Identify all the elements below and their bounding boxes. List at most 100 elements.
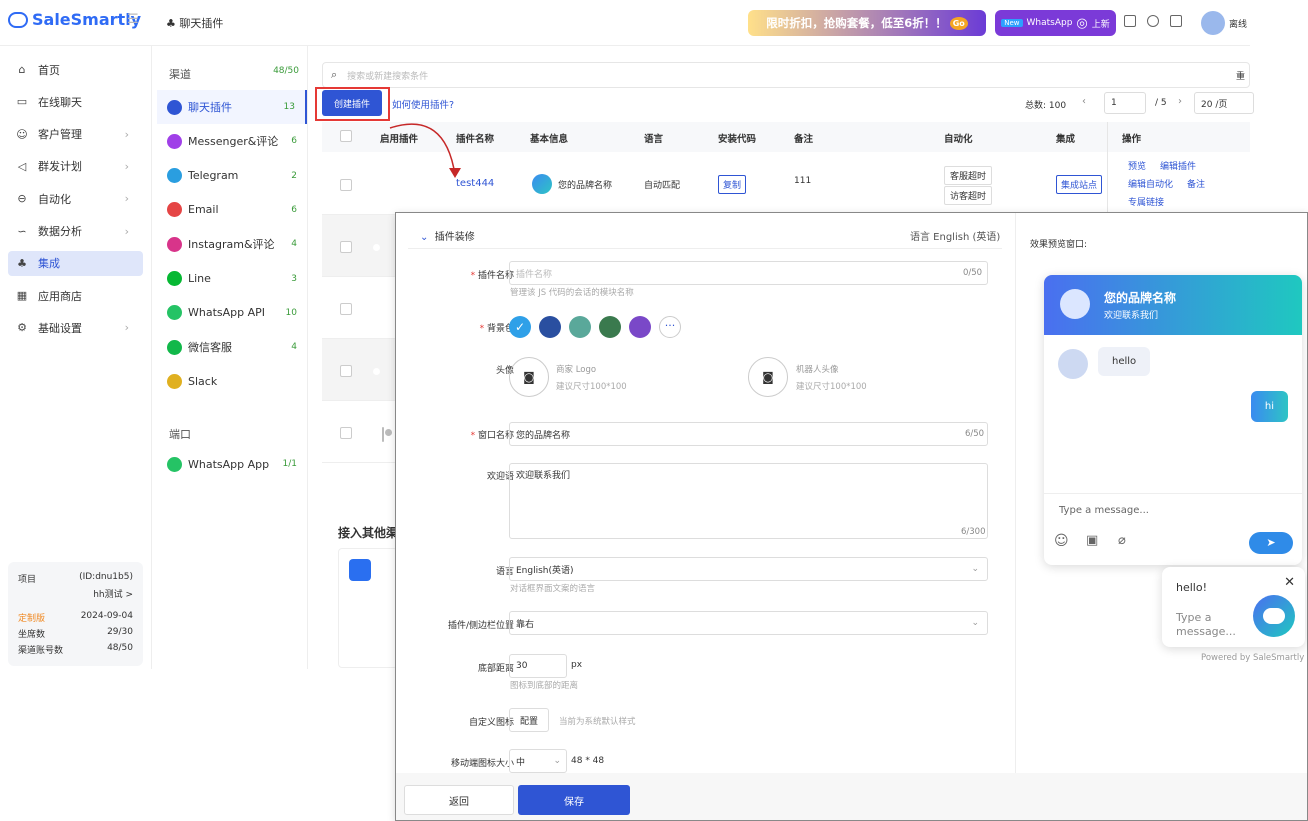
whatsapp-new-banner[interactable]: New WhatsApp ◎ 上新 [995, 10, 1116, 36]
sidebar-item[interactable]: ∽ 数据分析 › [8, 219, 143, 244]
more-colors-icon[interactable]: ··· [659, 316, 681, 338]
sidebar-item[interactable]: ☺ 客户管理 › [8, 122, 143, 147]
status-label: 离线 [1229, 20, 1248, 30]
chat-brand: 您的品牌名称 [1104, 291, 1177, 305]
copy-code-button[interactable]: 复制 [718, 175, 747, 194]
swatch[interactable] [599, 316, 621, 338]
col-actions: 操作 [1122, 134, 1142, 145]
select-all-checkbox[interactable] [340, 130, 352, 142]
app-logo[interactable]: SaleSmartly [8, 10, 141, 29]
bottom-distance-input[interactable]: 30 [509, 654, 567, 678]
language-icon[interactable] [1170, 15, 1182, 27]
help-icon[interactable] [1147, 15, 1159, 27]
channel-label: Email [188, 203, 219, 217]
sidebar-item[interactable]: ♣ 集成 [8, 250, 143, 276]
page-size-select[interactable]: 20 /页 [1194, 92, 1254, 114]
col-integration: 集成 [1056, 134, 1076, 145]
reset-button[interactable]: 重 [1236, 69, 1245, 82]
window-name-input[interactable]: 您的品牌名称 [509, 422, 988, 446]
attachment-icon[interactable]: ⌀ [1118, 533, 1126, 548]
language-select[interactable]: English(英语) ⌄ [509, 557, 988, 581]
section-header[interactable]: ⌄ 插件装修 [420, 228, 475, 243]
language-value: English(英语) [516, 565, 574, 576]
send-icon[interactable]: ➤ [1249, 532, 1293, 554]
mobile-size-select[interactable]: 中 ⌄ [509, 749, 567, 773]
channel-item[interactable]: Email 6 [157, 193, 307, 227]
channel-item-whatsapp-app[interactable]: WhatsApp App 1/1 [157, 447, 307, 481]
chart-icon: ∽ [17, 224, 27, 238]
channel-item[interactable]: WhatsApp API 10 [157, 296, 307, 330]
preview-link[interactable]: 预览 [1128, 159, 1146, 172]
promo-banner[interactable]: 限时折扣，抢购套餐，低至6折！！ Go [748, 10, 986, 36]
row-checkbox[interactable] [340, 303, 352, 315]
row-checkbox[interactable] [340, 365, 352, 377]
save-button[interactable]: 保存 [518, 785, 630, 815]
configure-button[interactable]: 配置 [509, 708, 549, 732]
camera-icon[interactable]: ◙ [748, 357, 788, 397]
swatch[interactable] [569, 316, 591, 338]
row-checkbox[interactable] [340, 179, 352, 191]
new-tag: New [1001, 19, 1023, 27]
send-icon: ◁ [17, 159, 27, 173]
back-button[interactable]: 返回 [404, 785, 514, 815]
sidebar-item[interactable]: ⚙ 基础设置 › [8, 315, 143, 340]
annotation-arrow [389, 123, 461, 178]
image-icon[interactable]: ▣ [1086, 533, 1098, 548]
swatch[interactable] [629, 316, 651, 338]
divider [1015, 213, 1016, 773]
col-note: 备注 [794, 134, 814, 145]
position-select[interactable]: 靠右 ⌄ [509, 611, 988, 635]
row-checkbox[interactable] [340, 427, 352, 439]
emoji-icon[interactable]: ☺ [1054, 533, 1069, 549]
project-card[interactable]: 项目 (ID:dnu1b5) hh测试 > 定制版 2024-09-04 坐席数 29… [8, 562, 143, 666]
integrate-site-button[interactable]: 集成站点 [1056, 175, 1103, 194]
sidebar-item[interactable]: ▭ 在线聊天 [8, 89, 143, 114]
edit-automation-link[interactable]: 编辑自动化 [1128, 177, 1173, 190]
prev-page-icon[interactable]: ‹ [1082, 96, 1086, 107]
channel-count: 4 [291, 342, 297, 353]
chat-launcher-icon[interactable] [1253, 595, 1295, 637]
search-icon: ⌕ [331, 68, 338, 81]
channel-item[interactable]: Messenger&评论 6 [157, 124, 307, 158]
avatar[interactable] [1201, 11, 1225, 35]
swatch[interactable] [539, 316, 561, 338]
channel-item[interactable]: 微信客服 4 [157, 330, 307, 364]
sidebar-item[interactable]: ⌂ 首页 [8, 57, 143, 82]
project-name[interactable]: hh测试 > [18, 587, 133, 600]
note-link[interactable]: 备注 [1187, 177, 1205, 190]
chat-input[interactable]: Type a message... [1059, 505, 1149, 516]
channel-item[interactable]: Telegram 2 [157, 159, 307, 193]
popup-input[interactable]: Type a message... [1176, 611, 1246, 639]
channel-card[interactable] [338, 548, 398, 668]
channel-count: 6 [291, 136, 297, 147]
howto-link[interactable]: 如何使用插件? [392, 97, 454, 111]
page-input[interactable]: 1 [1104, 92, 1146, 114]
sidebar-item[interactable]: ◁ 群发计划 › [8, 154, 143, 179]
devices-icon[interactable] [1124, 15, 1136, 27]
close-icon[interactable]: ✕ [1284, 575, 1295, 590]
window-label: * 窗口名称 [470, 431, 514, 441]
sidebar-item[interactable]: ⊖ 自动化 › [8, 186, 143, 211]
sidebar-item[interactable]: ▦ 应用商店 [8, 283, 143, 308]
project-label: 项目 [18, 575, 37, 585]
search-input[interactable]: ⌕ 搜索或新建搜索条件 重 [322, 62, 1250, 88]
row-checkbox[interactable] [340, 241, 352, 253]
bottom-distance-hint: 图标到底部的距离 [510, 681, 579, 691]
channel-count: 10 [285, 307, 297, 318]
channel-item[interactable]: Line 3 [157, 262, 307, 296]
menu-toggle-icon[interactable]: ☰ [127, 12, 139, 27]
enable-toggle[interactable] [382, 427, 384, 442]
next-page-icon[interactable]: › [1178, 96, 1182, 107]
camera-icon[interactable]: ◙ [509, 357, 549, 397]
automation-tag: 客服超时 [944, 166, 993, 185]
channel-item[interactable]: Instagram&评论 4 [157, 227, 307, 261]
plugin-name-input[interactable]: 插件名称 [509, 261, 988, 285]
swatch-selected[interactable]: ✓ [509, 316, 531, 338]
welcome-textarea[interactable]: 欢迎联系我们 [509, 463, 988, 539]
custom-icon-label: 自定义图标 [468, 718, 514, 728]
exclusive-link[interactable]: 专属链接 [1128, 195, 1164, 208]
channel-item[interactable]: Slack [157, 364, 307, 398]
language-switch[interactable]: 语言 English (英语) [910, 228, 1000, 243]
edit-plugin-link[interactable]: 编辑插件 [1160, 159, 1196, 172]
channel-item[interactable]: 聊天插件 13 [157, 90, 307, 124]
